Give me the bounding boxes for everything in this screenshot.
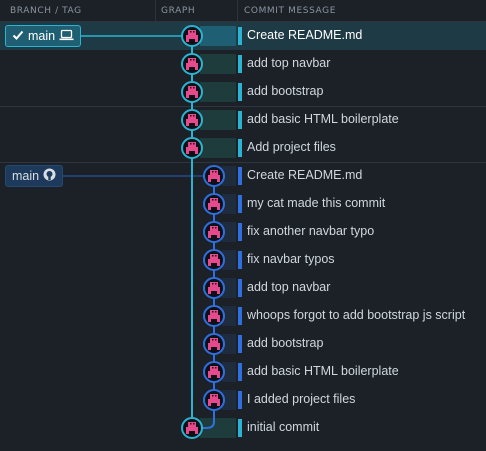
avatar-leg	[208, 235, 211, 238]
avatar-leg	[217, 319, 220, 322]
avatar-leg	[217, 403, 220, 406]
avatar-leg	[217, 347, 220, 350]
avatar-head	[188, 422, 196, 427]
avatar-leg	[208, 263, 211, 266]
avatar-eye	[212, 255, 214, 257]
avatar-eye	[190, 423, 192, 425]
checkmark-icon	[12, 29, 24, 44]
avatar-eye	[215, 227, 217, 229]
avatar-eye	[193, 423, 195, 425]
avatar-body	[208, 371, 220, 375]
avatar-leg	[208, 347, 211, 350]
avatar-leg	[217, 179, 220, 182]
avatar-eye	[193, 59, 195, 61]
avatar-leg	[195, 151, 198, 154]
github-icon	[43, 168, 56, 184]
laptop-icon	[59, 29, 74, 44]
avatar-eye	[212, 171, 214, 173]
avatar-leg	[208, 375, 211, 378]
avatar-eye	[212, 339, 214, 341]
avatar-head	[210, 366, 218, 371]
avatar-leg	[195, 123, 198, 126]
avatar-head	[210, 338, 218, 343]
avatar-eye	[212, 311, 214, 313]
local-branch-main[interactable]: main	[5, 25, 82, 47]
avatar-eye	[212, 227, 214, 229]
avatar-body	[208, 259, 220, 263]
avatar-head	[210, 198, 218, 203]
avatar-eye	[215, 339, 217, 341]
avatar-body	[208, 287, 220, 291]
avatar-leg	[208, 403, 211, 406]
local-branch-label: main	[28, 29, 56, 43]
avatar-body	[208, 343, 220, 347]
avatar-body	[186, 119, 198, 123]
avatar-eye	[212, 367, 214, 369]
remote-branch-main[interactable]: main	[5, 165, 64, 187]
avatar-body	[208, 203, 220, 207]
avatar-leg	[217, 235, 220, 238]
avatar-leg	[217, 263, 220, 266]
avatar-leg	[195, 67, 198, 70]
avatar-eye	[190, 143, 192, 145]
avatar-eye	[193, 31, 195, 33]
avatar-eye	[215, 311, 217, 313]
avatar-leg	[195, 95, 198, 98]
avatar-head	[210, 254, 218, 259]
avatar-body	[186, 91, 198, 95]
remote-branch-label: main	[12, 169, 40, 183]
avatar-leg	[195, 431, 198, 434]
avatar-eye	[193, 115, 195, 117]
avatar-head	[188, 142, 196, 147]
avatar-eye	[212, 199, 214, 201]
avatar-leg	[186, 431, 189, 434]
avatar-head	[210, 310, 218, 315]
avatar-leg	[186, 123, 189, 126]
avatar-head	[188, 58, 196, 63]
avatar-body	[208, 231, 220, 235]
avatar-head	[188, 86, 196, 91]
avatar-eye	[190, 87, 192, 89]
avatar-leg	[186, 151, 189, 154]
avatar-eye	[193, 87, 195, 89]
avatar-eye	[215, 199, 217, 201]
avatar-leg	[208, 179, 211, 182]
avatar-eye	[215, 367, 217, 369]
avatar-leg	[217, 291, 220, 294]
avatar-leg	[217, 207, 220, 210]
avatar-head	[210, 226, 218, 231]
avatar-eye	[190, 59, 192, 61]
avatar-eye	[215, 283, 217, 285]
avatar-leg	[208, 291, 211, 294]
avatar-head	[188, 30, 196, 35]
avatar-eye	[215, 395, 217, 397]
avatar-leg	[186, 67, 189, 70]
avatar-eye	[193, 143, 195, 145]
avatar-eye	[190, 31, 192, 33]
avatar-body	[186, 147, 198, 151]
avatar-leg	[186, 95, 189, 98]
avatar-leg	[217, 375, 220, 378]
avatar-body	[208, 175, 220, 179]
avatar-body	[186, 63, 198, 67]
avatar-eye	[212, 395, 214, 397]
avatar-body	[186, 35, 198, 39]
avatar-body	[186, 427, 198, 431]
avatar-leg	[195, 39, 198, 42]
avatar-eye	[215, 171, 217, 173]
avatar-head	[188, 114, 196, 119]
avatar-leg	[186, 39, 189, 42]
avatar-eye	[215, 255, 217, 257]
avatar-eye	[212, 283, 214, 285]
avatar-body	[208, 399, 220, 403]
avatar-leg	[208, 319, 211, 322]
avatar-body	[208, 315, 220, 319]
avatar-eye	[190, 115, 192, 117]
avatar-leg	[208, 207, 211, 210]
avatar-head	[210, 282, 218, 287]
avatar-head	[210, 170, 218, 175]
commit-graph	[62, 25, 225, 439]
avatar-head	[210, 394, 218, 399]
